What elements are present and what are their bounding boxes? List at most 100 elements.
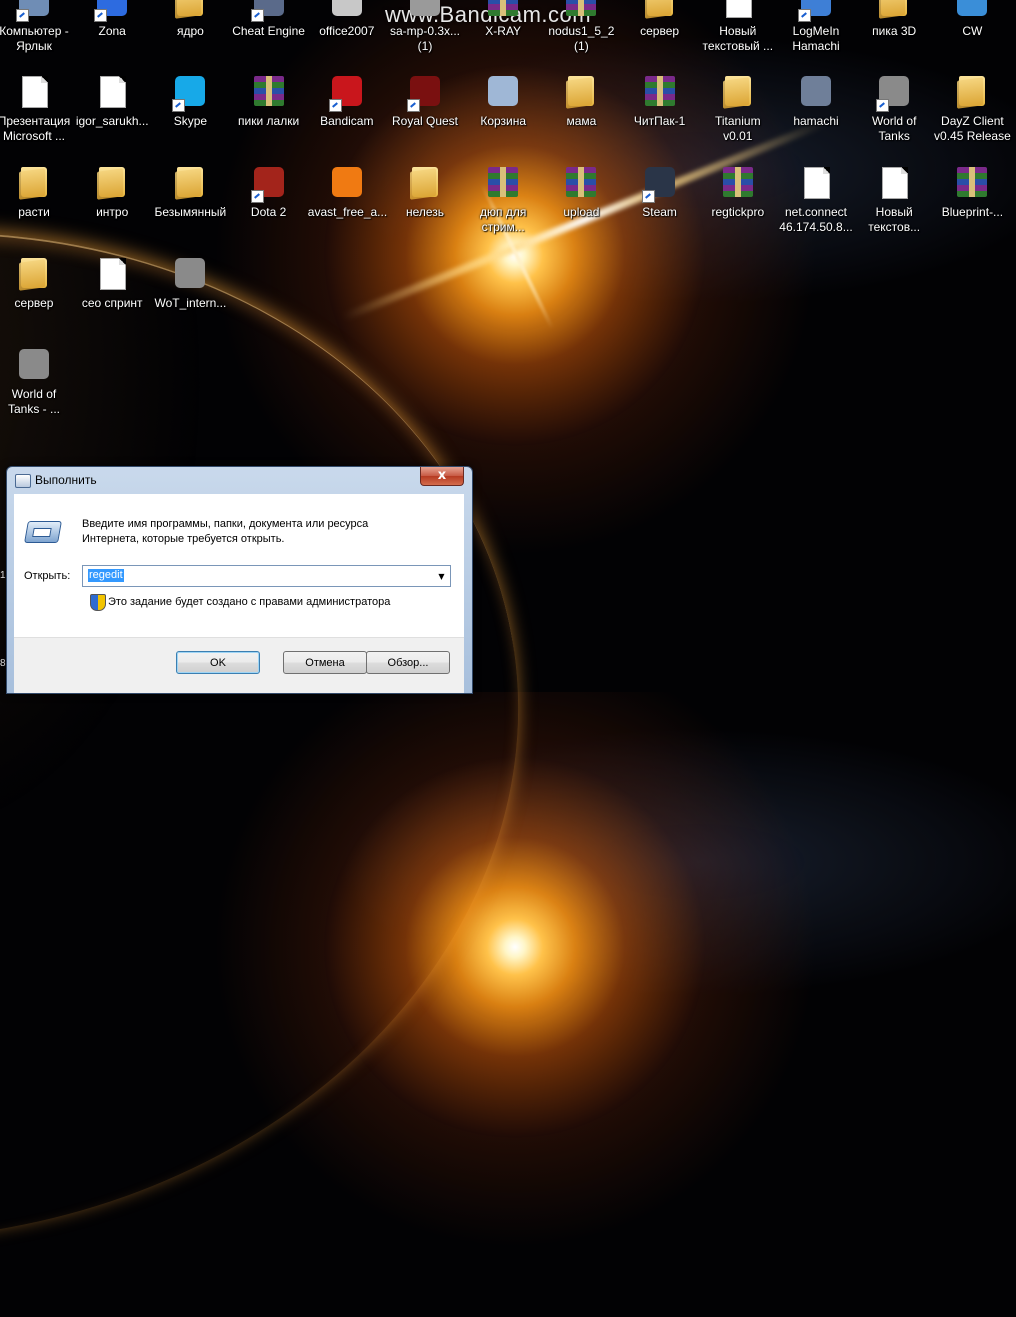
desktop-icon-label: сервер: [640, 24, 680, 38]
desktop-icon-label: hamachi: [793, 114, 839, 128]
desktop-icon-label: расти: [18, 205, 50, 219]
desktop-icon[interactable]: пика 3D: [855, 0, 933, 39]
desktop-icon[interactable]: Cheat Engine: [230, 0, 308, 39]
desktop-icon[interactable]: сео спринт: [73, 258, 151, 311]
desktop-icon[interactable]: Новый текстовый ...: [699, 0, 777, 54]
shortcut-arrow-icon: [876, 99, 890, 112]
desktop-icon[interactable]: Корзина: [464, 76, 542, 129]
text-file-icon: [878, 167, 910, 201]
desktop-icon[interactable]: World of Tanks: [855, 76, 933, 144]
desktop-icon[interactable]: DayZ Client v0.45 Release: [933, 76, 1011, 144]
ok-button[interactable]: OK: [176, 651, 260, 674]
desktop-icon[interactable]: office2007: [308, 0, 386, 39]
cancel-button[interactable]: Отмена: [283, 651, 367, 674]
desktop-icon[interactable]: avast_free_a...: [308, 167, 387, 220]
desktop-icon[interactable]: Безымянный: [151, 167, 229, 220]
run-dialog-titlebar[interactable]: Выполнить x: [7, 467, 472, 493]
desktop-icon[interactable]: сервер: [621, 0, 699, 39]
wot-icon: [18, 349, 50, 383]
desktop-icon[interactable]: X-RAY: [464, 0, 542, 39]
desktop-icon-label: DayZ Client v0.45 Release: [934, 114, 1011, 143]
desktop-icon-label: LogMeIn Hamachi: [792, 24, 840, 53]
text-file-icon: [722, 0, 754, 20]
desktop-icon[interactable]: Blueprint-...: [933, 167, 1011, 220]
desktop-icon[interactable]: Skype: [151, 76, 229, 129]
desktop-icon[interactable]: hamachi: [777, 76, 855, 129]
desktop-icon-label: Новый текстовый ...: [702, 24, 774, 53]
desktop-icon[interactable]: интро: [73, 167, 151, 220]
desktop-icon[interactable]: WoT_intern...: [151, 258, 229, 311]
desktop-icon-label: Bandicam: [320, 114, 374, 128]
desktop-icon[interactable]: Steam: [621, 167, 699, 220]
run-description: Введите имя программы, папки, документа …: [82, 518, 369, 545]
shortcut-arrow-icon: [798, 9, 811, 22]
desktop-icon[interactable]: ядро: [151, 0, 229, 39]
desktop-icon-label: Zona: [98, 24, 126, 38]
desktop-icon[interactable]: upload: [542, 167, 620, 220]
desktop-icon[interactable]: пики лалки: [230, 76, 308, 129]
desktop-icon[interactable]: Zona: [73, 0, 151, 39]
desktop-icon[interactable]: regtickpro: [699, 167, 777, 220]
desktop-icon[interactable]: sa-mp-0.3x... (1): [386, 0, 464, 54]
edge-mark: 1: [0, 570, 6, 581]
desktop-icon[interactable]: nodus1_5_2 (1): [542, 0, 620, 54]
desktop-icon-label: пика 3D: [872, 24, 917, 38]
desktop-icon[interactable]: сервер: [0, 258, 73, 311]
desktop-icon[interactable]: igor_sarukh...: [73, 76, 151, 129]
desktop-icon-label: сео спринт: [81, 296, 143, 310]
office-icon: [331, 0, 363, 20]
desktop-icon[interactable]: нелезь: [386, 167, 464, 220]
desktop-icon-label: дюп для стрим...: [480, 205, 527, 234]
browse-button[interactable]: Обзор...: [366, 651, 450, 674]
close-button[interactable]: x: [420, 467, 464, 486]
desktop-icon-label: WoT_intern...: [154, 296, 227, 310]
folder-icon: [96, 167, 128, 201]
desktop-icon[interactable]: Презентация Microsoft ...: [0, 76, 73, 144]
desktop-icon-label: пики лалки: [238, 114, 300, 128]
desktop-icon[interactable]: дюп для стрим...: [464, 167, 542, 235]
desktop-icon-label: Blueprint-...: [941, 205, 1004, 219]
folder-icon: [878, 0, 910, 20]
dota-icon: [250, 167, 285, 203]
desktop-icon[interactable]: net.connect 46.174.50.8...: [777, 167, 855, 235]
open-input[interactable]: regedit: [88, 569, 124, 582]
shortcut-arrow-icon: [94, 9, 108, 22]
shortcut-arrow-icon: [172, 99, 186, 112]
steam-icon: [641, 167, 676, 203]
shortcut-arrow-icon: [641, 190, 655, 203]
desktop-icon[interactable]: расти: [0, 167, 73, 220]
folder-icon: [722, 76, 754, 110]
folder-icon: [565, 76, 597, 110]
recycle-bin-icon: [487, 76, 519, 110]
folder-icon: [956, 76, 988, 110]
shortcut-arrow-icon: [16, 9, 29, 22]
wot-icon: [174, 258, 206, 292]
desktop-icon[interactable]: ЧитПак-1: [621, 76, 699, 129]
run-dialog: Выполнить x Введите имя программы, папки…: [6, 466, 473, 694]
desktop-icon-label: Корзина: [480, 114, 527, 128]
desktop-icon-label: Steam: [642, 205, 677, 219]
archive-icon: [722, 167, 754, 201]
desktop-icon[interactable]: Новый текстов...: [855, 167, 933, 235]
desktop-icon[interactable]: LogMeIn Hamachi: [777, 0, 855, 54]
desktop-icon[interactable]: CW: [933, 0, 1011, 39]
wot-icon: [876, 76, 910, 112]
open-combobox[interactable]: regedit ▼: [82, 565, 451, 587]
samp-icon: [409, 0, 441, 20]
run-window-icon: [15, 474, 31, 488]
desktop-icon[interactable]: Компьютер - Ярлык: [0, 0, 73, 54]
desktop-icon[interactable]: мама: [542, 76, 620, 129]
desktop-icon-label: Безымянный: [154, 205, 227, 219]
edge-mark: 8: [0, 658, 6, 669]
desktop-icon[interactable]: Dota 2: [230, 167, 308, 220]
desktop-icon-label: Titanium v0.01: [715, 114, 761, 143]
desktop-icon[interactable]: Titanium v0.01: [699, 76, 777, 144]
chevron-down-icon[interactable]: ▼: [433, 566, 450, 586]
installer-icon: [800, 76, 832, 110]
desktop-icon[interactable]: World of Tanks - ...: [0, 349, 73, 417]
run-program-icon: [24, 521, 62, 543]
desktop-icon[interactable]: Royal Quest: [386, 76, 464, 129]
desktop-icon-label: nodus1_5_2 (1): [548, 24, 615, 53]
desktop-icon-label: мама: [566, 114, 597, 128]
desktop-icon[interactable]: Bandicam: [308, 76, 386, 129]
